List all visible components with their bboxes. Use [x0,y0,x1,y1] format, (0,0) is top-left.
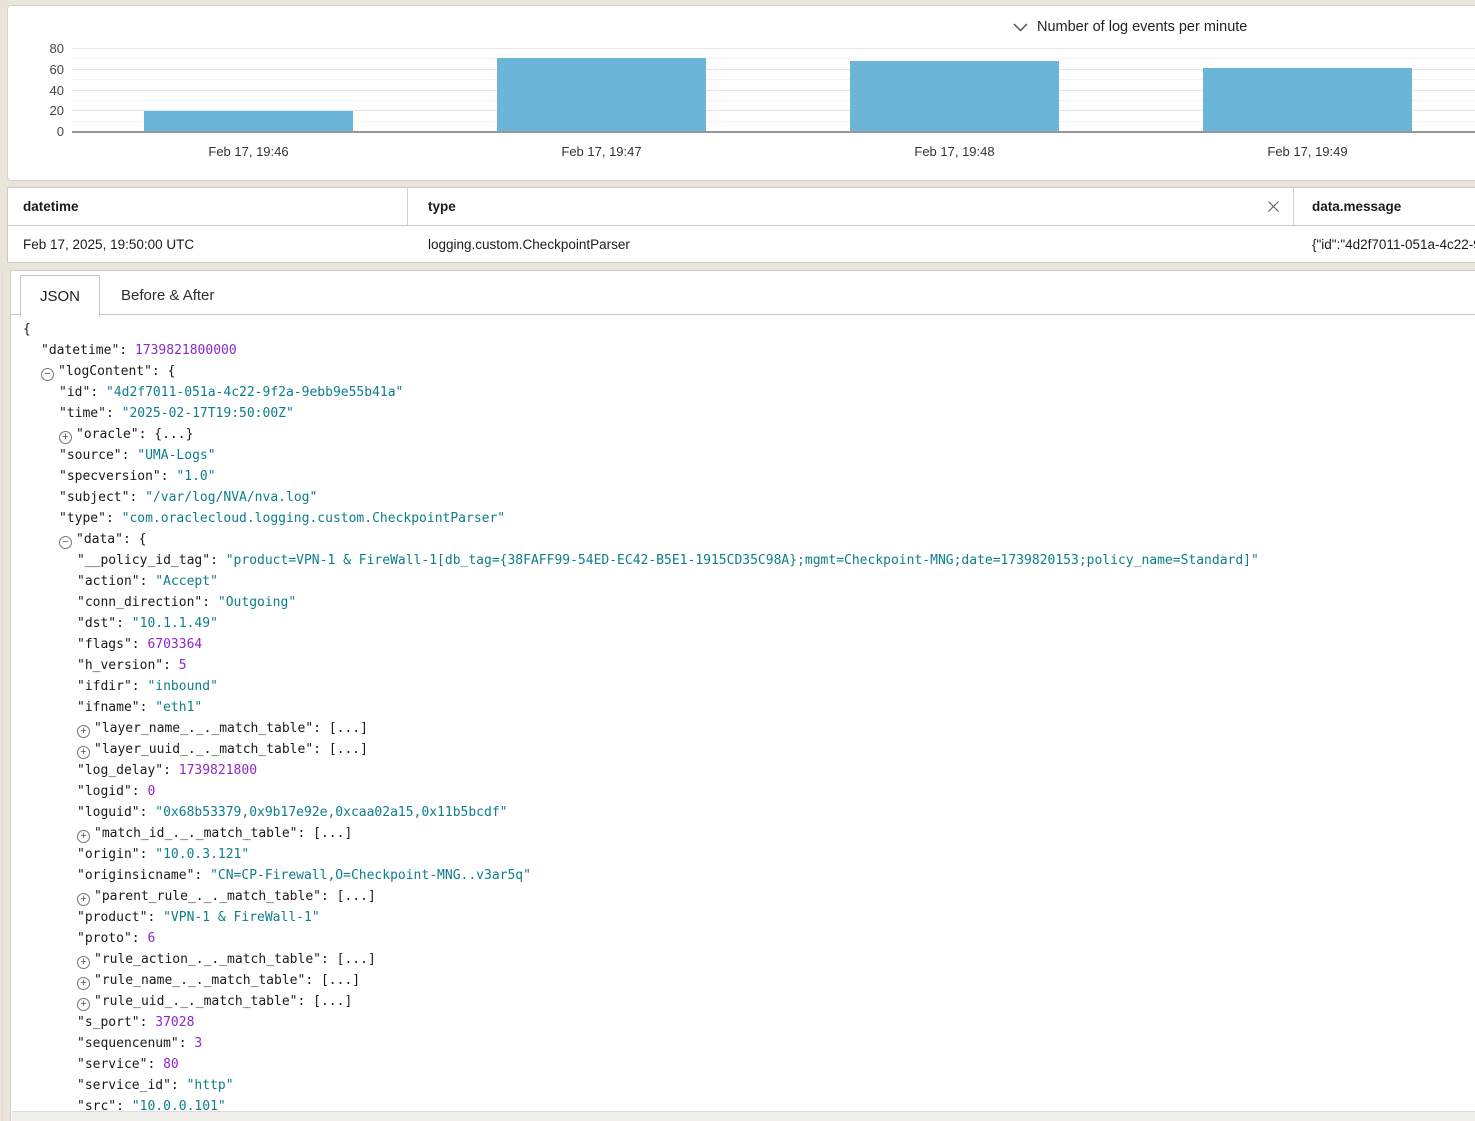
y-tick-label: 20 [16,103,64,119]
json-line: +"rule_action_._._match_table": [...] [11,949,1475,970]
expand-icon[interactable]: + [77,977,90,990]
json-line: "type": "com.oraclecloud.logging.custom.… [11,508,1475,529]
json-viewer: {"datetime": 1739821800000−"logContent":… [11,319,1475,1112]
y-tick-label: 80 [16,41,64,57]
y-tick-label: 40 [16,83,64,99]
x-axis-line [72,131,1475,133]
log-detail-panel: JSON Before & After {"datetime": 1739821… [10,270,1475,1121]
chart-card: Number of log events per minute 0 20 40 60 8… [7,5,1475,181]
y-tick-label: 0 [16,124,64,140]
json-line: "specversion": "1.0" [11,466,1475,487]
x-axis-label: Feb 17, 19:49 [1131,144,1475,159]
chart-title: Number of log events per minute [1013,19,1247,35]
expand-icon[interactable]: + [77,956,90,969]
json-line: "proto": 6 [11,928,1475,949]
json-line: +"parent_rule_._._match_table": [...] [11,886,1475,907]
bar[interactable] [1203,68,1411,132]
json-line: +"oracle": {...} [11,424,1475,445]
detail-tabbar: JSON Before & After [11,271,1475,315]
collapse-icon[interactable]: − [41,368,54,381]
json-line: "s_port": 37028 [11,1012,1475,1033]
json-line: "ifdir": "inbound" [11,676,1475,697]
json-line: "time": "2025-02-17T19:50:00Z" [11,403,1475,424]
log-explorer-page: Number of log events per minute 0 20 40 60 8… [0,0,1475,1121]
json-line: +"rule_uid_._._match_table": [...] [11,991,1475,1012]
y-tick-label: 60 [16,62,64,78]
y-axis: 0 20 40 60 80 [8,6,68,182]
json-line: "originsicname": "CN=CP-Firewall,O=Check… [11,865,1475,886]
x-axis-label: Feb 17, 19:47 [425,144,778,159]
json-line: −"logContent": { [11,361,1475,382]
close-icon[interactable] [1267,200,1280,213]
bar[interactable] [144,111,352,132]
json-line: "service": 80 [11,1054,1475,1075]
expand-icon[interactable]: + [77,725,90,738]
column-header-datetime[interactable]: datetime [8,188,408,225]
bar[interactable] [497,58,705,132]
json-line: "product": "VPN-1 & FireWall-1" [11,907,1475,928]
cell-data-message: {"id":"4d2f7011-051a-4c22-9f [1294,226,1475,262]
tab-before-after[interactable]: Before & After [99,275,236,316]
json-line: "origin": "10.0.3.121" [11,844,1475,865]
chart-title-label: Number of log events per minute [1037,19,1247,35]
expand-icon[interactable]: + [77,746,90,759]
json-line: +"layer_name_._._match_table": [...] [11,718,1475,739]
json-line: "id": "4d2f7011-051a-4c22-9f2a-9ebb9e55b… [11,382,1475,403]
json-line: "service_id": "http" [11,1075,1475,1096]
json-line: "loguid": "0x68b53379,0x9b17e92e,0xcaa02… [11,802,1475,823]
expand-icon[interactable]: + [77,893,90,906]
expand-icon[interactable]: + [77,998,90,1011]
chevron-down-icon[interactable] [1013,23,1028,32]
json-line: −"data": { [11,529,1475,550]
json-line: +"layer_uuid_._._match_table": [...] [11,739,1475,760]
json-line: "source": "UMA-Logs" [11,445,1475,466]
json-line: "subject": "/var/log/NVA/nva.log" [11,487,1475,508]
expand-icon[interactable]: + [77,830,90,843]
log-results-table: datetime type data.message Feb 17, 2025,… [7,187,1475,263]
json-line: "sequencenum": 3 [11,1033,1475,1054]
json-line: +"match_id_._._match_table": [...] [11,823,1475,844]
json-line: "logid": 0 [11,781,1475,802]
json-line: "action": "Accept" [11,571,1475,592]
x-axis-label: Feb 17, 19:48 [778,144,1131,159]
json-line: "ifname": "eth1" [11,697,1475,718]
json-line: "dst": "10.1.1.49" [11,613,1475,634]
cell-type: logging.custom.CheckpointParser [408,226,1294,262]
x-axis-label: Feb 17, 19:46 [72,144,425,159]
column-header-type[interactable]: type [408,188,1294,225]
table-header-row: datetime type data.message [8,188,1475,226]
json-line: "datetime": 1739821800000 [11,340,1475,361]
json-line: "log_delay": 1739821800 [11,760,1475,781]
json-line: "flags": 6703364 [11,634,1475,655]
json-line: +"rule_name_._._match_table": [...] [11,970,1475,991]
json-line: "src": "10.0.0.101" [11,1096,1475,1112]
bar-chart: Feb 17, 19:46Feb 17, 19:47Feb 17, 19:48F… [72,42,1475,132]
json-line: { [11,319,1475,340]
bar[interactable] [850,61,1058,132]
collapse-icon[interactable]: − [59,536,72,549]
json-line: "__policy_id_tag": "product=VPN-1 & Fire… [11,550,1475,571]
horizontal-scrollbar[interactable] [12,1111,1475,1121]
json-line: "conn_direction": "Outgoing" [11,592,1475,613]
json-line: "h_version": 5 [11,655,1475,676]
expand-icon[interactable]: + [59,431,72,444]
panel-edge-divider [2,270,3,1121]
tab-json[interactable]: JSON [20,275,100,317]
cell-datetime: Feb 17, 2025, 19:50:00 UTC [8,226,408,262]
table-row[interactable]: Feb 17, 2025, 19:50:00 UTC logging.custo… [8,226,1475,262]
column-header-data-message[interactable]: data.message [1294,188,1475,225]
